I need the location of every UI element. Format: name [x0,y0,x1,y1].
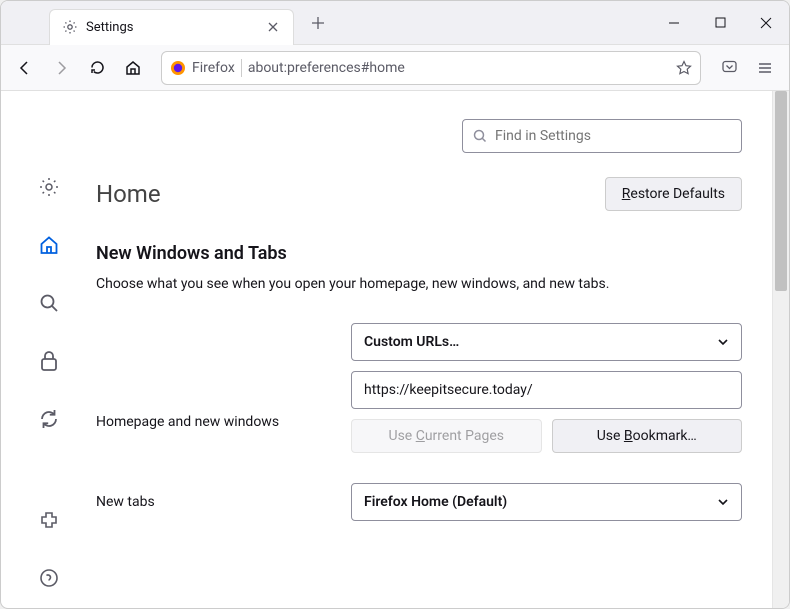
sidebar [1,91,96,608]
back-button[interactable] [9,52,41,84]
newtabs-value: Firefox Home (Default) [364,494,507,510]
save-pocket-button[interactable] [713,52,745,84]
sidebar-search[interactable] [33,287,65,319]
newtabs-select[interactable]: Firefox Home (Default) [351,483,742,521]
use-current-pages-button[interactable]: Use Current Pages [351,419,542,453]
sidebar-home[interactable] [33,229,65,261]
homepage-url-input[interactable] [351,371,742,409]
settings-search-input[interactable] [495,128,731,144]
url-separator [241,59,242,77]
url-identity: Firefox [192,60,235,76]
sidebar-general[interactable] [33,171,65,203]
browser-tab[interactable]: Settings [49,9,294,45]
section-description: Choose what you see when you open your h… [96,274,742,295]
maximize-button[interactable] [697,1,743,45]
homepage-mode-select[interactable]: Custom URLs… [351,323,742,361]
reload-button[interactable] [81,52,113,84]
chevron-down-icon [717,336,729,348]
tab-title: Settings [86,20,265,35]
forward-button [45,52,77,84]
vertical-scrollbar[interactable] [772,91,789,608]
search-icon [473,129,487,143]
toolbar: Firefox about:preferences#home [1,45,789,91]
home-button[interactable] [117,52,149,84]
page-title: Home [96,180,161,208]
sidebar-privacy[interactable] [33,345,65,377]
firefox-icon [170,60,186,76]
titlebar: Settings [1,1,789,45]
homepage-label: Homepage and new windows [96,414,351,430]
main-panel: Home Restore Defaults New Windows and Ta… [96,91,772,608]
gear-icon [62,19,78,35]
window-controls [651,1,789,45]
settings-search[interactable] [462,119,742,153]
bookmark-star-icon[interactable] [676,60,692,76]
close-window-button[interactable] [743,1,789,45]
use-bookmark-button[interactable]: Use Bookmark… [552,419,743,453]
restore-defaults-button[interactable]: Restore Defaults [605,177,742,211]
url-text: about:preferences#home [248,60,670,76]
content-area: Home Restore Defaults New Windows and Ta… [1,91,772,608]
homepage-mode-value: Custom URLs… [364,334,459,350]
new-tab-button[interactable] [304,9,332,37]
chevron-down-icon [717,496,729,508]
app-menu-button[interactable] [749,52,781,84]
sidebar-help[interactable] [33,562,65,594]
section-title: New Windows and Tabs [96,243,742,264]
sidebar-sync[interactable] [33,403,65,435]
sidebar-extensions[interactable] [33,504,65,536]
url-bar[interactable]: Firefox about:preferences#home [161,51,701,85]
scrollbar-thumb[interactable] [775,91,787,291]
close-icon[interactable] [265,19,281,35]
newtabs-label: New tabs [96,494,351,510]
minimize-button[interactable] [651,1,697,45]
